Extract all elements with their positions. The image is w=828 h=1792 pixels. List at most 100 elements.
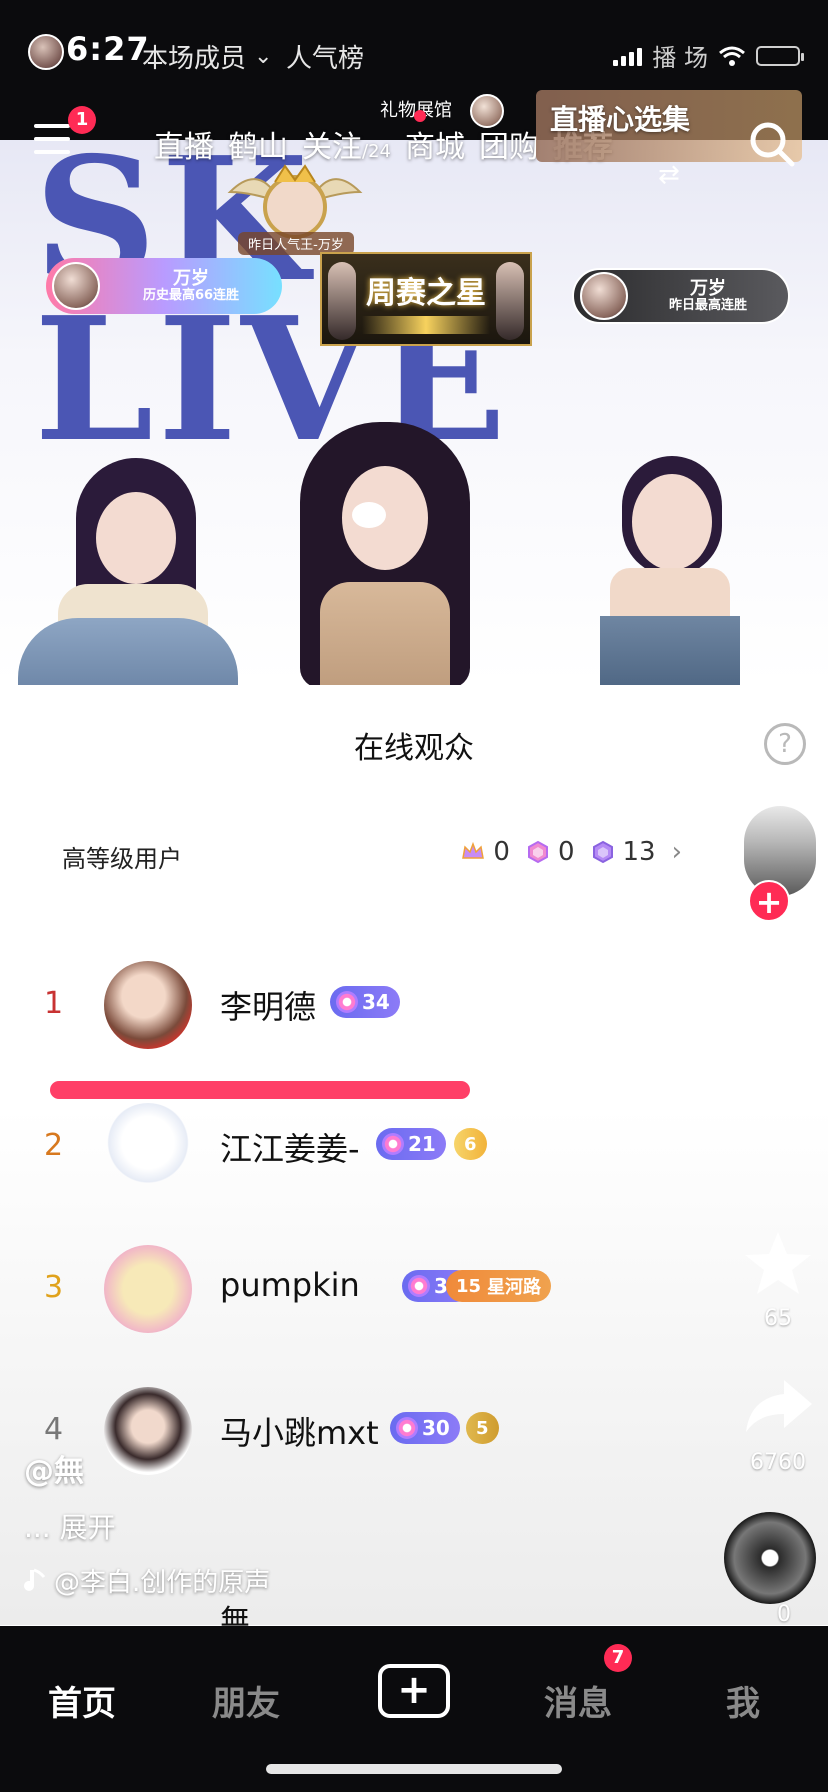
level-badge: 34 — [330, 986, 400, 1018]
avatar — [104, 1387, 192, 1475]
fan-badge: 15 星河路 — [446, 1270, 552, 1302]
user-name: 江江姜姜- — [220, 1130, 360, 1168]
panel-title: 在线观众 — [354, 731, 474, 766]
music-disc-icon[interactable] — [724, 1512, 816, 1604]
level-value: 21 — [408, 1132, 436, 1156]
tab-group-buy[interactable]: 团购 — [479, 122, 539, 166]
tab-heshan[interactable]: 鹤山 — [228, 122, 288, 166]
star-icon[interactable] — [736, 1228, 820, 1298]
tab-home[interactable]: 首页 — [48, 1676, 116, 1725]
high-level-stats: 0 0 13 › — [461, 837, 682, 867]
gem-purple-icon — [592, 840, 613, 864]
level-value: 34 — [362, 990, 390, 1014]
left-pill-name: 万岁 — [173, 267, 209, 289]
gem-pink-count: 0 — [557, 837, 575, 867]
bottom-tab-bar: 首页 朋友 + 消息 7 我 — [0, 1626, 828, 1792]
chevron-right-icon: › — [671, 837, 682, 867]
weekly-star-label: 周赛之星 — [366, 276, 486, 311]
level-gem-icon — [336, 991, 358, 1013]
rank-number: 4 — [44, 1412, 64, 1447]
gift-hall-dot — [414, 110, 426, 122]
author-handle[interactable]: @無 — [24, 1446, 84, 1490]
music-note-icon — [24, 1568, 46, 1591]
gift-hall-avatar[interactable] — [470, 94, 504, 128]
home-indicator — [266, 1764, 562, 1774]
high-level-users-row[interactable]: 高等级用户 0 0 13 › — [62, 835, 682, 875]
tab-friends[interactable]: 朋友 — [212, 1676, 280, 1725]
follow-plus-button[interactable]: + — [748, 880, 790, 922]
avatar — [104, 961, 192, 1049]
menu-badge: 1 — [68, 106, 96, 134]
user-name: 马小跳mxt — [220, 1414, 379, 1452]
right-pill-sub: 昨日最高连胜 — [668, 297, 747, 313]
sound-link[interactable]: @李白.创作的原声 — [24, 1562, 270, 1599]
weekly-star-card[interactable]: 周赛之星 — [320, 252, 532, 346]
popularity-link[interactable]: 人气榜 — [286, 38, 364, 75]
battery-icon — [756, 45, 804, 66]
sound-label: @李白.创作的原声 — [54, 1568, 271, 1598]
crown-icon — [462, 841, 485, 859]
tab-following-count: /24 — [362, 141, 391, 162]
search-icon[interactable] — [746, 118, 796, 168]
swap-icon[interactable]: ⇄ — [658, 160, 680, 190]
gem-purple-count: 13 — [622, 837, 656, 867]
level-badge: 30 — [390, 1412, 460, 1444]
share-icon[interactable] — [736, 1374, 820, 1438]
user-name: pumpkin — [220, 1266, 360, 1304]
fan-label: 星河路 — [487, 1277, 542, 1298]
tab-live[interactable]: 直播 — [154, 122, 214, 166]
level-gem-icon — [396, 1417, 418, 1439]
tab-me[interactable]: 我 — [726, 1676, 760, 1725]
avatar — [104, 1245, 192, 1333]
fan-value: 15 — [456, 1275, 482, 1297]
fan-badge: 6 — [454, 1128, 487, 1160]
music-count: 0 — [777, 1602, 791, 1627]
level-gem-icon — [408, 1275, 430, 1297]
host-avatar[interactable] — [28, 34, 64, 70]
level-gem-icon — [382, 1133, 404, 1155]
list-item[interactable]: 3 pumpkin 36 15 星河路 — [0, 1240, 700, 1340]
right-pill-name: 万岁 — [690, 277, 726, 299]
rank-number: 1 — [44, 986, 64, 1021]
expand-link[interactable]: ... 展开 — [24, 1506, 116, 1546]
live-banner: SK LIVE 昨日人气王-万岁 万岁 历史最高66连胜 周赛之星 万岁 昨日最… — [0, 140, 828, 685]
menu-icon[interactable] — [34, 124, 70, 154]
list-item[interactable]: 1 李明德 34 — [0, 956, 700, 1056]
rank-number: 2 — [44, 1128, 64, 1163]
tab-following-label: 关注 — [302, 130, 362, 165]
user-name: 李明德 — [220, 988, 317, 1026]
left-record-pill[interactable]: 万岁 历史最高66连胜 — [46, 258, 282, 314]
star-count: 65 — [764, 1306, 792, 1331]
tab-messages[interactable]: 消息 — [544, 1676, 612, 1725]
red-underline-mark — [50, 1081, 470, 1099]
status-bar: 6:27 本场成员 ⌄ 人气榜 播 场 — [0, 0, 828, 100]
right-pill-avatar — [580, 272, 628, 320]
members-label: 本场成员 — [142, 44, 247, 74]
promo-title: 直播心选集 — [550, 103, 691, 136]
right-record-pill[interactable]: 万岁 昨日最高连胜 — [572, 268, 790, 324]
sparkle-decoration — [362, 316, 490, 334]
avatar — [104, 1103, 192, 1191]
streamer-figure-left — [18, 458, 238, 685]
members-dropdown[interactable]: 本场成员 ⌄ — [112, 38, 272, 75]
level-badge: 21 — [376, 1128, 446, 1160]
tab-following[interactable]: 关注/24 — [302, 122, 391, 166]
list-item[interactable]: 4 马小跳mxt 30 5 — [0, 1382, 700, 1482]
fan-value: 6 — [464, 1133, 477, 1155]
system-icons: 播 场 — [613, 38, 804, 73]
rank-number: 3 — [44, 1270, 64, 1305]
wifi-icon — [719, 46, 745, 66]
fan-badge: 5 — [466, 1412, 499, 1444]
streamer-figure-right — [540, 456, 770, 685]
share-count: 6760 — [750, 1450, 806, 1475]
streamer-figure-center — [270, 422, 500, 685]
help-icon[interactable]: ? — [764, 723, 806, 765]
left-pill-avatar — [52, 262, 100, 310]
create-button[interactable]: + — [378, 1664, 450, 1718]
tab-mall[interactable]: 商城 — [405, 122, 465, 166]
gem-pink-icon — [527, 840, 548, 864]
messages-badge: 7 — [604, 1644, 632, 1672]
level-value: 30 — [422, 1416, 450, 1440]
chevron-down-icon: ⌄ — [254, 44, 273, 69]
list-item[interactable]: 2 江江姜姜- 21 6 — [0, 1098, 700, 1198]
